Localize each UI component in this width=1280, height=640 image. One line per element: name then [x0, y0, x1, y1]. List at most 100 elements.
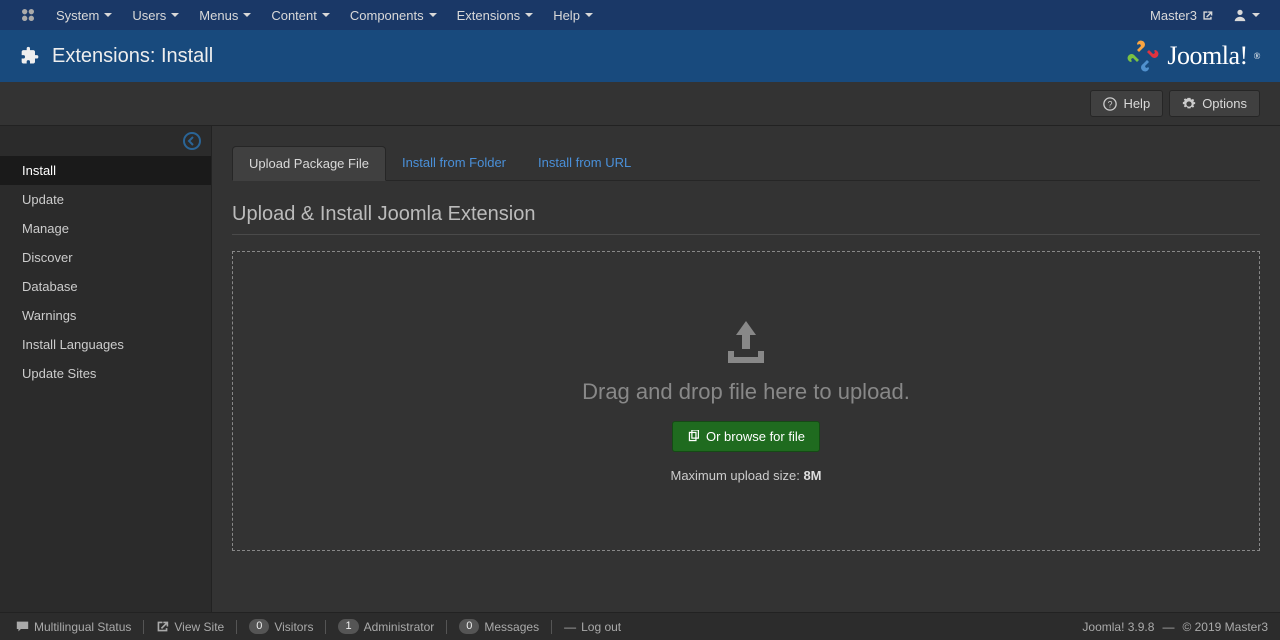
chevron-down-icon — [585, 13, 593, 17]
sidebar-collapse[interactable] — [0, 126, 211, 156]
tab-install-url[interactable]: Install from URL — [522, 146, 647, 180]
dash-icon: — — [564, 620, 576, 634]
user-icon — [1233, 8, 1247, 22]
footer-view-site[interactable]: View Site — [152, 617, 228, 637]
arrow-left-circle-icon — [183, 132, 201, 150]
footer-label: Multilingual Status — [34, 620, 131, 634]
divider — [143, 620, 144, 634]
button-label: Or browse for file — [706, 429, 805, 444]
status-bar: Multilingual Status View Site 0 Visitors… — [0, 612, 1280, 640]
messages-count-badge: 0 — [459, 619, 479, 634]
button-label: Help — [1123, 96, 1150, 111]
visitors-count-badge: 0 — [249, 619, 269, 634]
puzzle-icon — [20, 46, 40, 66]
divider — [551, 620, 552, 634]
user-menu[interactable] — [1223, 2, 1270, 28]
max-upload-value: 8M — [803, 468, 821, 483]
top-menu-bar: System Users Menus Content Components Ex… — [0, 0, 1280, 30]
sidebar-list: Install Update Manage Discover Database … — [0, 156, 211, 388]
menu-extensions[interactable]: Extensions — [447, 2, 544, 29]
copy-icon — [687, 430, 700, 443]
external-link-icon — [156, 620, 169, 633]
menu-label: Components — [350, 8, 424, 23]
chevron-down-icon — [243, 13, 251, 17]
menu-users[interactable]: Users — [122, 2, 189, 29]
sidebar-item-warnings[interactable]: Warnings — [0, 301, 211, 330]
sidebar-item-label: Update Sites — [22, 366, 96, 381]
svg-text:?: ? — [1108, 99, 1113, 109]
chevron-down-icon — [171, 13, 179, 17]
sidebar-item-label: Install Languages — [22, 337, 124, 352]
sidebar-item-install-languages[interactable]: Install Languages — [0, 330, 211, 359]
footer-version: Joomla! 3.9.8 — [1082, 620, 1154, 634]
browse-file-button[interactable]: Or browse for file — [672, 421, 820, 452]
chevron-down-icon — [429, 13, 437, 17]
menu-label: System — [56, 8, 99, 23]
site-frontend-link[interactable]: Master3 — [1140, 2, 1223, 29]
menu-label: Users — [132, 8, 166, 23]
sidebar-item-discover[interactable]: Discover — [0, 243, 211, 272]
sidebar-item-install[interactable]: Install — [0, 156, 211, 185]
footer-messages[interactable]: 0 Messages — [455, 616, 543, 637]
dropzone-text: Drag and drop file here to upload. — [582, 379, 910, 405]
toolbar: ? Help Options — [0, 82, 1280, 126]
tab-label: Upload Package File — [249, 156, 369, 171]
menu-label: Menus — [199, 8, 238, 23]
button-label: Options — [1202, 96, 1247, 111]
page-header: Extensions: Install Joomla! ® — [0, 30, 1280, 82]
max-upload-label: Maximum upload size: — [670, 468, 803, 483]
upload-dropzone[interactable]: Drag and drop file here to upload. Or br… — [232, 251, 1260, 551]
footer-label: Log out — [581, 620, 621, 634]
footer-copyright: © 2019 Master3 — [1182, 620, 1268, 634]
chevron-down-icon — [1252, 13, 1260, 17]
chevron-down-icon — [322, 13, 330, 17]
options-button[interactable]: Options — [1169, 90, 1260, 117]
question-circle-icon: ? — [1103, 97, 1117, 111]
install-tabs: Upload Package File Install from Folder … — [232, 146, 1260, 181]
menu-system[interactable]: System — [46, 2, 122, 29]
sidebar-item-label: Install — [22, 163, 56, 178]
sidebar-item-label: Warnings — [22, 308, 76, 323]
help-button[interactable]: ? Help — [1090, 90, 1163, 117]
menu-label: Help — [553, 8, 580, 23]
divider — [236, 620, 237, 634]
divider — [325, 620, 326, 634]
page-title: Extensions: Install — [52, 45, 213, 68]
joomla-icon — [1125, 38, 1161, 74]
upload-icon — [722, 319, 770, 363]
sidebar-item-update-sites[interactable]: Update Sites — [0, 359, 211, 388]
tab-label: Install from Folder — [402, 155, 506, 170]
footer-multilingual[interactable]: Multilingual Status — [12, 617, 135, 637]
sidebar-item-label: Manage — [22, 221, 69, 236]
sidebar: Install Update Manage Discover Database … — [0, 126, 212, 612]
sidebar-item-database[interactable]: Database — [0, 272, 211, 301]
sidebar-item-manage[interactable]: Manage — [0, 214, 211, 243]
menu-menus[interactable]: Menus — [189, 2, 261, 29]
sidebar-item-label: Database — [22, 279, 78, 294]
main-wrap: Install Update Manage Discover Database … — [0, 126, 1280, 612]
menu-label: Extensions — [457, 8, 521, 23]
divider — [446, 620, 447, 634]
external-link-icon — [1202, 10, 1213, 21]
menu-help[interactable]: Help — [543, 2, 603, 29]
menu-content[interactable]: Content — [261, 2, 340, 29]
footer-visitors[interactable]: 0 Visitors — [245, 616, 317, 637]
tab-upload-package[interactable]: Upload Package File — [232, 146, 386, 181]
tab-install-folder[interactable]: Install from Folder — [386, 146, 522, 180]
page-subtitle: Upload & Install Joomla Extension — [232, 203, 1260, 235]
chevron-down-icon — [104, 13, 112, 17]
joomla-home-icon[interactable] — [10, 1, 46, 29]
gear-icon — [1182, 97, 1196, 111]
admins-count-badge: 1 — [338, 619, 358, 634]
footer-label: Visitors — [274, 620, 313, 634]
footer-logout[interactable]: — Log out — [560, 617, 625, 637]
brand-text: Joomla! — [1167, 41, 1247, 71]
footer-label: Administrator — [364, 620, 435, 634]
joomla-brand-logo[interactable]: Joomla! ® — [1125, 38, 1260, 74]
footer-administrators[interactable]: 1 Administrator — [334, 616, 438, 637]
site-name: Master3 — [1150, 8, 1197, 23]
sidebar-item-update[interactable]: Update — [0, 185, 211, 214]
menu-components[interactable]: Components — [340, 2, 447, 29]
footer-sep: — — [1162, 620, 1174, 634]
tab-label: Install from URL — [538, 155, 631, 170]
